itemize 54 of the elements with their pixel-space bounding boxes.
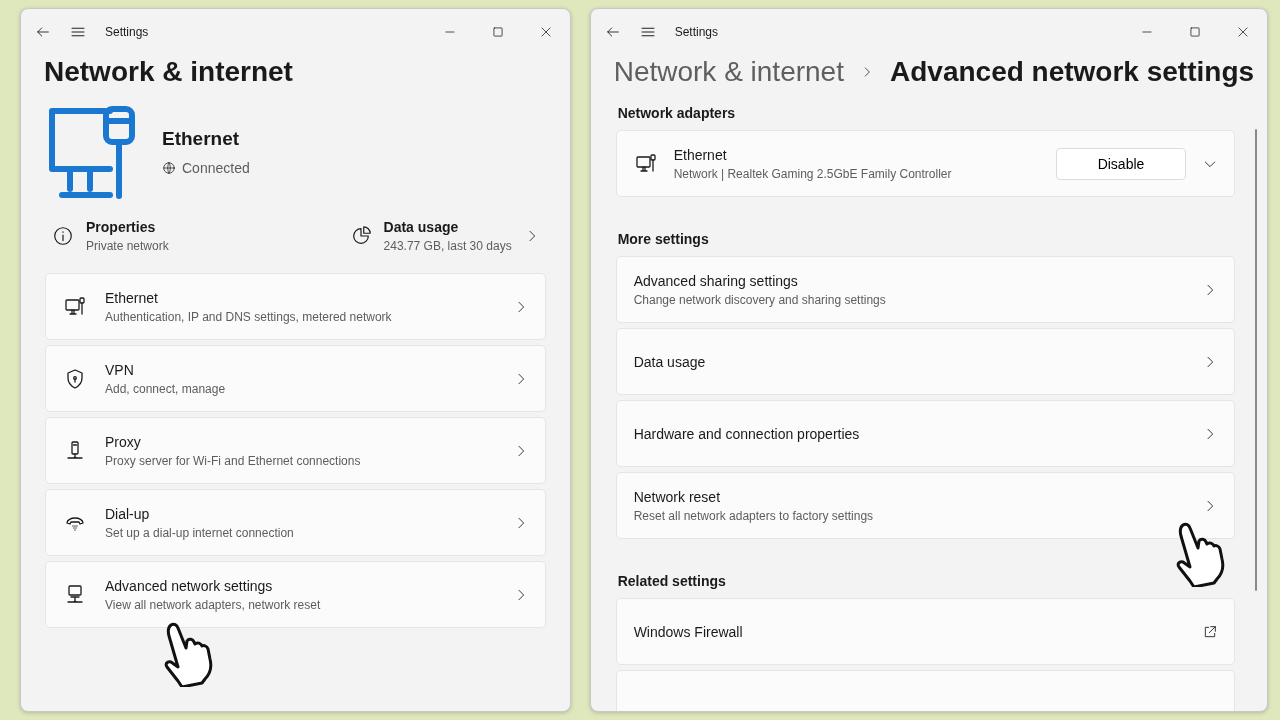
external-link-icon [1202, 623, 1218, 640]
section-heading: Network adapters [616, 105, 737, 121]
settings-card[interactable]: Dial-up Set up a dial-up internet connection [45, 489, 546, 556]
settings-card[interactable]: Network reset Reset all network adapters to factory settings [615, 472, 1235, 539]
card-subtitle: Reset all network adapters to factory settings [633, 508, 875, 523]
connection-status: Connected [182, 160, 250, 176]
card-title: Proxy [105, 433, 142, 450]
card-title: Network reset [633, 488, 721, 505]
card-title: Data usage [633, 353, 707, 370]
close-icon [538, 25, 553, 39]
card-title: Dial-up [105, 505, 151, 522]
card-title: Ethernet [673, 146, 728, 163]
card-subtitle: Authentication, IP and DNS settings, metered network [105, 309, 393, 324]
card-subtitle: Proxy server for Wi-Fi and Ethernet connections [105, 453, 362, 468]
card-subtitle: Network | Realtek Gaming 2.5GbE Family Controller [673, 166, 953, 181]
section-heading: More settings [616, 231, 710, 247]
card-subtitle: Add, connect, manage [105, 381, 227, 396]
section-heading: Related settings [616, 573, 727, 589]
back-arrow-icon [35, 24, 51, 40]
card-title: Windows Firewall [633, 623, 744, 640]
card-subtitle: Change network discovery and sharing settings [633, 292, 887, 307]
card-subtitle: View all network adapters, network reset [105, 597, 322, 612]
card-subtitle: Set up a dial-up internet connection [105, 525, 295, 540]
settings-card[interactable]: Windows Firewall [615, 598, 1235, 665]
maximize-icon [1188, 25, 1202, 39]
window-title: Settings [105, 25, 149, 39]
settings-card[interactable]: Hardware and connection properties [615, 400, 1235, 467]
card-title: VPN [105, 361, 135, 378]
globe-icon [162, 161, 176, 175]
page-heading: Network & internet [44, 55, 294, 89]
settings-card[interactable]: VPN Add, connect, manage [45, 345, 546, 412]
card-title: Advanced sharing settings [633, 272, 799, 289]
data-usage-title[interactable]: Data usage [383, 219, 512, 235]
info-icon [52, 225, 74, 247]
data-usage-subtitle: 243.77 GB, last 30 days [383, 239, 512, 253]
maximize-icon [490, 25, 505, 39]
page-heading: Advanced network settings [890, 55, 1255, 89]
properties-title[interactable]: Properties [86, 219, 169, 235]
settings-card[interactable]: Advanced sharing settings Change network discovery and sharing settings [615, 256, 1235, 323]
close-icon [1236, 25, 1250, 39]
scrollbar[interactable] [1255, 129, 1257, 591]
settings-card[interactable]: Proxy Proxy server for Wi-Fi and Ethernet connections [45, 417, 546, 484]
properties-subtitle: Private network [86, 239, 169, 253]
back-arrow-icon [604, 24, 621, 40]
settings-card[interactable]: Ethernet Authentication, IP and DNS settings, metered network [45, 273, 546, 340]
disable-button[interactable]: Disable [1056, 147, 1186, 180]
settings-card[interactable]: Data usage [615, 328, 1235, 395]
connection-name: Ethernet [162, 128, 241, 150]
card-title: Advanced network settings [105, 577, 274, 594]
settings-card[interactable]: Advanced network settings View all network adapters, network reset [45, 561, 546, 628]
breadcrumb-link[interactable]: Network & internet [613, 55, 844, 89]
card-title: Hardware and connection properties [633, 425, 861, 442]
card-title: Ethernet [105, 289, 159, 306]
window-title: Settings [674, 25, 718, 39]
